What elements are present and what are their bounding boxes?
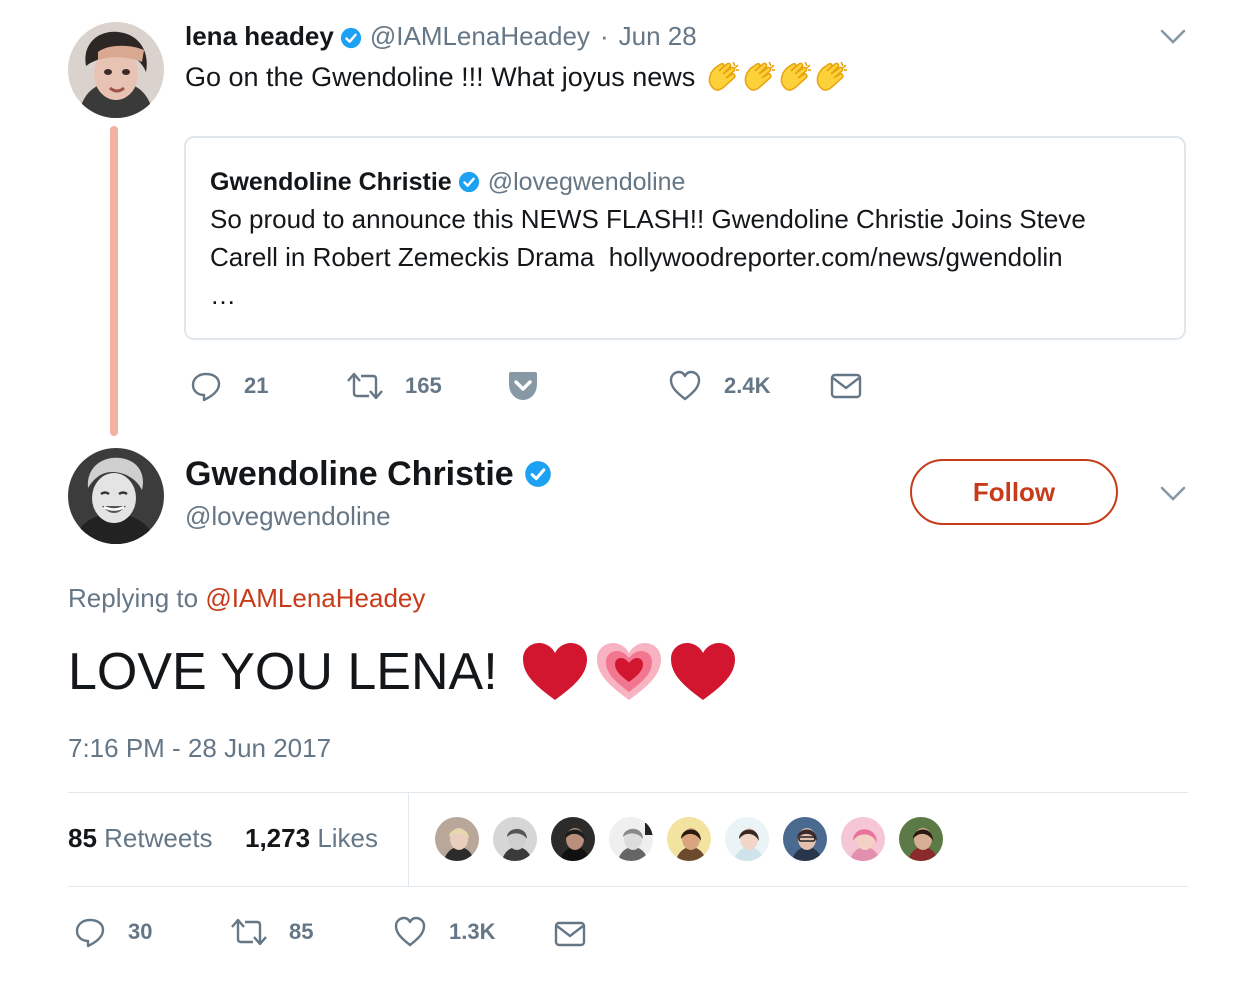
clapping-hands-icon: [708, 61, 740, 91]
heart-icon: [394, 916, 426, 947]
stats-top-divider: [68, 792, 1188, 793]
lena-more-chevron-icon[interactable]: [1160, 28, 1186, 51]
liker-avatar[interactable]: [839, 815, 887, 863]
lena-handle[interactable]: @IAMLenaHeadey: [370, 21, 590, 52]
gwendoline-display-name[interactable]: Gwendoline Christie: [185, 455, 514, 494]
main-retweet-action[interactable]: 85: [229, 914, 313, 950]
pocket-icon: [509, 372, 537, 400]
lena-pocket-action[interactable]: [506, 368, 540, 404]
retweets-stat[interactable]: 85 Retweets: [68, 823, 213, 854]
reply-icon: [75, 918, 105, 948]
liker-avatar[interactable]: [897, 815, 945, 863]
clap-emojis: [705, 60, 849, 94]
envelope-icon: [554, 921, 586, 947]
heart-icon: [669, 370, 701, 401]
replying-to-line: Replying to @IAMLenaHeadey: [68, 583, 425, 614]
lena-reply-action[interactable]: 21: [190, 368, 268, 404]
gwendoline-name-row: Gwendoline Christie: [185, 451, 552, 497]
liker-avatar[interactable]: [549, 815, 597, 863]
liker-avatar[interactable]: [665, 815, 713, 863]
replying-to-handle[interactable]: @IAMLenaHeadey: [205, 583, 425, 613]
lena-header: lena headey @IAMLenaHeadey · Jun 28: [185, 19, 697, 53]
quoted-text-ellipsis: …: [210, 280, 236, 310]
verified-badge-icon: [340, 25, 362, 49]
main-retweet-count: 85: [289, 919, 314, 944]
lena-tweet-text-row: Go on the Gwendoline !!! What joyus news: [185, 58, 849, 96]
lena-retweet-action[interactable]: 165: [345, 368, 442, 404]
quoted-header: Gwendoline Christie @lovegwendoline: [210, 166, 685, 198]
red-heart-icon: [670, 643, 735, 700]
stats-vertical-divider: [408, 793, 409, 887]
lena-avatar[interactable]: [68, 22, 164, 118]
verified-badge-icon: [458, 171, 480, 193]
meta-separator: ·: [599, 20, 609, 51]
liker-avatar[interactable]: [607, 815, 655, 863]
thread-connector-line: [110, 126, 118, 436]
likes-stat[interactable]: 1,273 Likes: [245, 823, 378, 854]
quoted-handle: @lovegwendoline: [487, 167, 686, 196]
gwendoline-handle[interactable]: @lovegwendoline: [185, 501, 391, 532]
main-reply-count: 30: [128, 919, 153, 944]
verified-badge-icon: [524, 460, 552, 488]
quoted-text-line-1: So proud to announce this NEWS FLASH!! G…: [210, 204, 1086, 234]
heart-emojis: [520, 640, 738, 704]
likes-stat-count: 1,273: [245, 823, 311, 853]
likes-stat-label: Likes: [317, 823, 379, 853]
lena-retweet-count: 165: [405, 373, 442, 398]
gwendoline-avatar[interactable]: [68, 448, 164, 544]
follow-button[interactable]: Follow: [910, 459, 1118, 525]
liker-avatar[interactable]: [781, 815, 829, 863]
clapping-hands-icon: [744, 61, 776, 91]
clapping-hands-icon: [816, 61, 848, 91]
lena-reply-count: 21: [244, 373, 269, 398]
lena-like-count: 2.4K: [724, 373, 771, 398]
retweets-stat-label: Retweets: [104, 823, 213, 853]
liker-avatar[interactable]: [491, 815, 539, 863]
main-tweet-text: LOVE YOU LENA!: [68, 643, 498, 701]
liker-avatar[interactable]: [433, 815, 481, 863]
reply-icon: [191, 372, 221, 402]
main-reply-action[interactable]: 30: [74, 914, 152, 950]
lena-dm-action[interactable]: [830, 368, 862, 404]
red-heart-icon: [522, 643, 587, 700]
envelope-icon: [830, 373, 862, 399]
main-tweet-timestamp[interactable]: 7:16 PM - 28 Jun 2017: [68, 733, 331, 764]
lena-display-name[interactable]: lena headey: [185, 21, 334, 52]
replying-to-label: Replying to: [68, 583, 199, 613]
retweet-icon: [231, 918, 267, 946]
growing-heart-icon: [596, 643, 661, 700]
main-tweet-text-row: LOVE YOU LENA!: [68, 632, 738, 712]
main-more-chevron-icon[interactable]: [1160, 485, 1186, 508]
liker-avatar[interactable]: [723, 815, 771, 863]
main-dm-action[interactable]: [554, 916, 586, 952]
retweet-icon: [347, 372, 383, 400]
lena-tweet-text: Go on the Gwendoline !!! What joyus news: [185, 61, 696, 92]
main-like-action[interactable]: 1.3K: [393, 914, 495, 950]
main-like-count: 1.3K: [449, 919, 496, 944]
quoted-tweet-card[interactable]: Gwendoline Christie @lovegwendoline So p…: [184, 136, 1186, 340]
lena-tweet-date[interactable]: Jun 28: [619, 21, 697, 52]
clapping-hands-icon: [780, 61, 812, 91]
quoted-display-name: Gwendoline Christie: [210, 167, 452, 196]
stats-bottom-divider: [68, 886, 1188, 887]
retweets-stat-count: 85: [68, 823, 97, 853]
quoted-text-line-2: Carell in Robert Zemeckis Drama hollywoo…: [210, 242, 1063, 272]
lena-like-action[interactable]: 2.4K: [668, 368, 770, 404]
